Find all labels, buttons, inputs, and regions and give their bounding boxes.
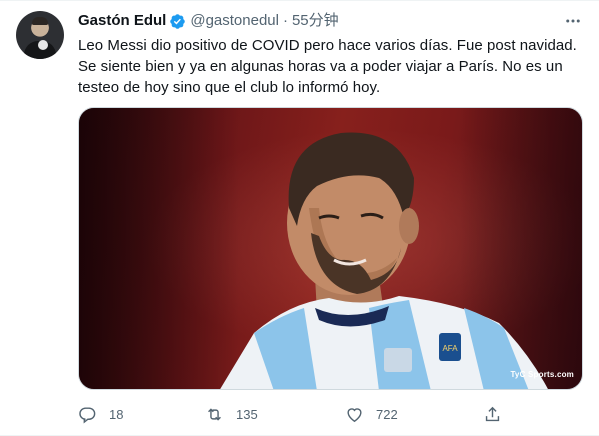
reply-icon xyxy=(79,406,96,423)
svg-text:AFA: AFA xyxy=(442,344,458,353)
tweet-media-photo[interactable]: AFA TyC Sports.com xyxy=(78,107,583,390)
tweet-header: Gastón Edul @gastonedul · 55分钟 xyxy=(78,11,583,31)
more-dots-icon xyxy=(566,19,580,23)
more-options-button[interactable] xyxy=(563,11,583,31)
author-handle[interactable]: @gastonedul xyxy=(190,11,279,31)
tweet-card[interactable]: Gastón Edul @gastonedul · 55分钟 Leo Messi… xyxy=(0,0,599,436)
reply-count: 18 xyxy=(109,406,124,422)
tweet-actions-bar: 18 135 722 xyxy=(70,399,520,429)
separator-dot: · xyxy=(282,12,288,29)
heart-icon xyxy=(347,407,362,422)
avatar-hair xyxy=(32,17,48,25)
retweet-icon xyxy=(208,407,221,421)
avatar[interactable] xyxy=(16,11,64,59)
share-icon xyxy=(485,406,500,421)
retweet-button[interactable]: 135 xyxy=(205,399,258,429)
author-display-name[interactable]: Gastón Edul xyxy=(78,11,166,31)
tweet-text: Leo Messi dio positivo de COVID pero hac… xyxy=(78,37,577,96)
tweet-timestamp[interactable]: 55分钟 xyxy=(292,11,339,31)
reply-button[interactable]: 18 xyxy=(78,399,123,429)
like-count: 722 xyxy=(376,406,398,422)
tweet-content: Gastón Edul @gastonedul · 55分钟 Leo Messi… xyxy=(78,11,583,98)
verified-badge-icon xyxy=(169,13,186,30)
player-photo-illustration: AFA xyxy=(220,132,548,389)
share-button[interactable] xyxy=(483,399,502,429)
retweet-count: 135 xyxy=(236,406,258,422)
avatar-ball xyxy=(38,40,48,50)
like-button[interactable]: 722 xyxy=(345,399,398,429)
media-watermark: TyC Sports.com xyxy=(510,370,574,379)
